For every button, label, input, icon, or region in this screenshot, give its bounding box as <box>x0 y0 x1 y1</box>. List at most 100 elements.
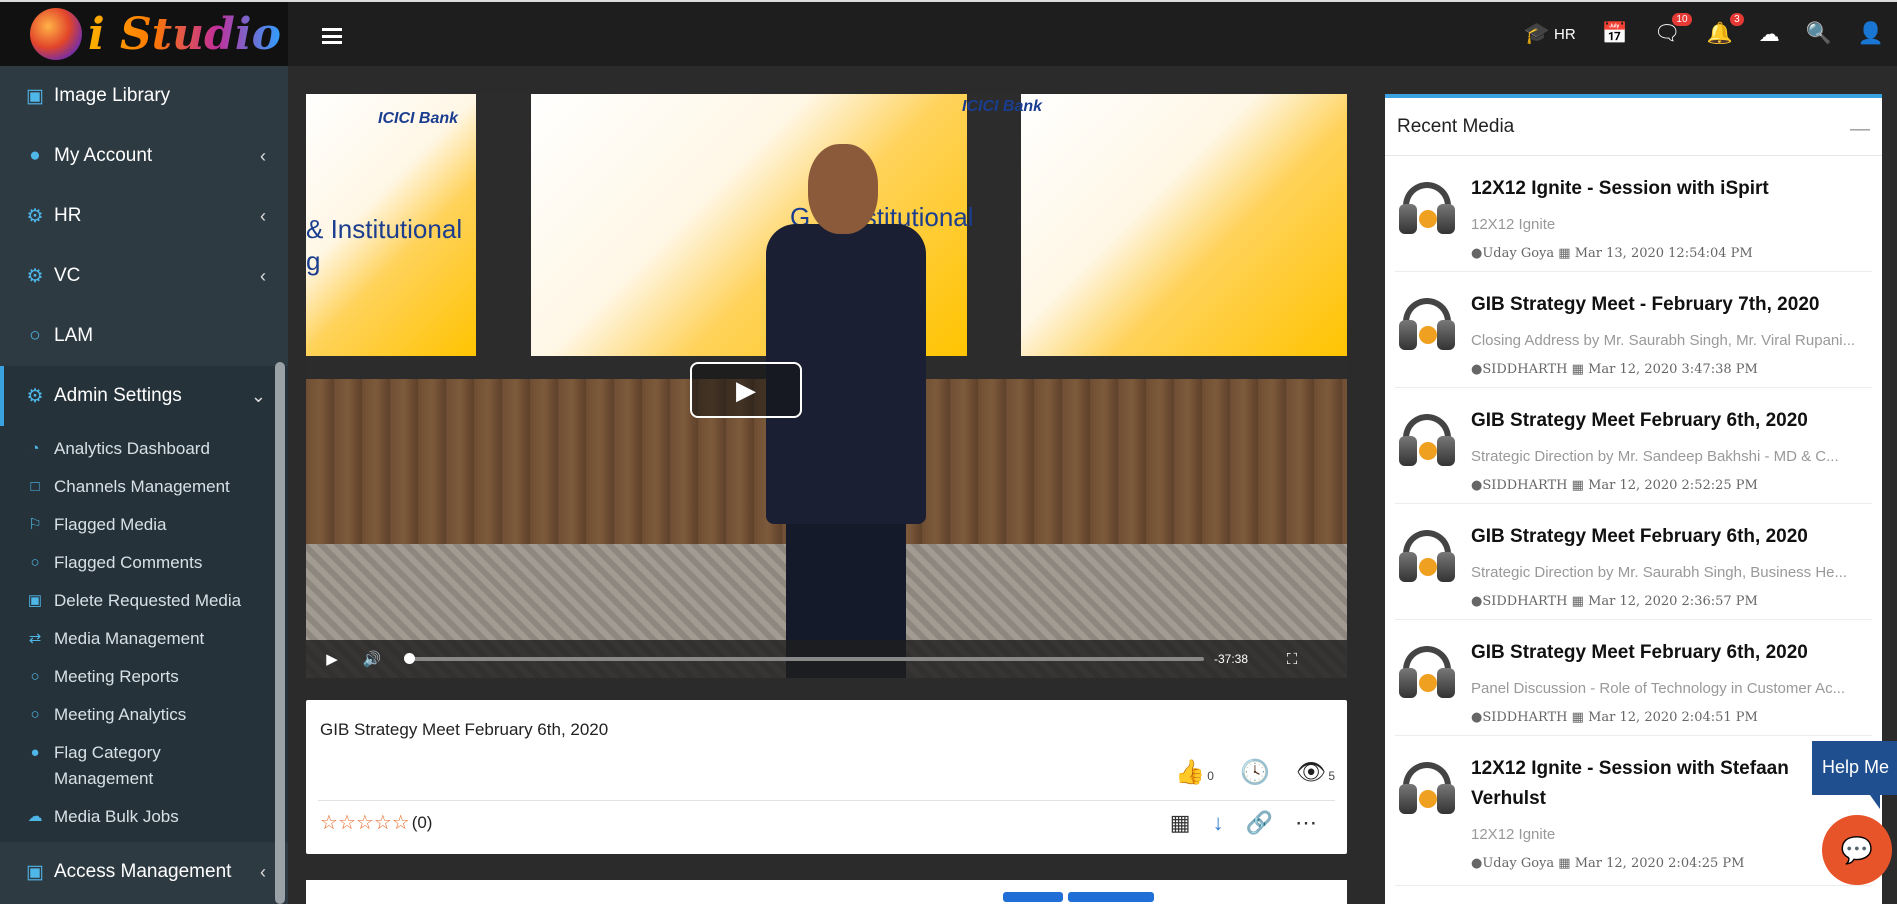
user-icon: ● <box>1471 856 1483 871</box>
recent-media-title-text[interactable]: GIB Strategy Meet February 6th, 2020 <box>1471 406 1871 436</box>
star-icon[interactable]: ☆ <box>320 810 338 835</box>
user-icon: ● <box>1471 594 1483 609</box>
submenu-media-bulk-jobs[interactable]: ☁ Media Bulk Jobs <box>0 798 288 836</box>
more-options-icon[interactable]: ⋯ <box>1295 810 1317 836</box>
comments-card <box>306 880 1347 904</box>
messages-button[interactable]: 🗨 10 <box>1641 13 1694 46</box>
sidebar-item-vc[interactable]: ⚙ VC ‹ <box>0 246 288 306</box>
link-icon[interactable]: 🔗 <box>1246 810 1273 836</box>
collapse-icon[interactable]: — <box>1850 118 1870 141</box>
user-menu-button[interactable]: 👤 <box>1845 22 1897 46</box>
calendar-button[interactable]: 📅 <box>1589 22 1641 46</box>
recent-media-title-text[interactable]: GIB Strategy Meet February 6th, 2020 <box>1471 638 1871 668</box>
sidebar-item-access-management[interactable]: ▣ Access Management ‹ <box>0 842 288 902</box>
notifications-badge: 3 <box>1730 13 1744 26</box>
sidebar-item-label: Access Management <box>54 861 232 882</box>
circle-icon: ○ <box>30 706 40 723</box>
video-progress-bar[interactable] <box>404 653 1204 664</box>
chevron-left-icon: ‹ <box>260 205 266 226</box>
video-bank-logo-left: ICICI Bank <box>378 110 459 127</box>
card-button[interactable] <box>1068 892 1154 902</box>
fullscreen-icon[interactable]: ⛶ <box>1272 651 1312 668</box>
sidebar-scrollbar[interactable] <box>275 362 285 904</box>
time-remaining: -37:38 <box>1214 652 1249 666</box>
recent-media-item[interactable]: 12X12 Ignite - Session with Stefaan Verh… <box>1395 736 1872 886</box>
volume-icon[interactable]: 🔊 <box>352 650 392 668</box>
recent-media-item[interactable]: 12X12 Ignite - Session with iSpirt 12X12… <box>1395 156 1872 272</box>
sidebar-item-my-account[interactable]: ● My Account ‹ <box>0 126 288 186</box>
video-player[interactable]: ICICI Bank ICICI Bank & Institutional g … <box>306 94 1347 678</box>
gears-icon: ⚙ <box>26 265 44 287</box>
hr-menu[interactable]: 🎓 HR <box>1511 22 1589 46</box>
recent-media-item[interactable]: GIB Strategy Meet February 6th, 2020 Pan… <box>1395 620 1872 736</box>
progress-knob[interactable] <box>404 653 415 664</box>
info-divider <box>318 800 1335 801</box>
cloud-upload-icon: ☁ <box>27 808 43 825</box>
chat-button[interactable]: 💬 <box>1822 815 1892 885</box>
recent-media-title-text[interactable]: 12X12 Ignite - Session with iSpirt <box>1471 174 1871 204</box>
submenu-label: Flagged Comments <box>54 553 203 572</box>
submenu-flagged-media[interactable]: ⚐ Flagged Media <box>0 506 288 544</box>
chevron-left-icon: ‹ <box>260 145 266 166</box>
submenu-flagged-comments[interactable]: ○ Flagged Comments <box>0 544 288 582</box>
sidebar-item-admin-settings[interactable]: ⚙ Admin Settings ⌄ <box>0 366 288 426</box>
users-icon: ● <box>30 744 40 761</box>
sidebar-item-label: VC <box>54 265 81 286</box>
card-button[interactable] <box>1003 892 1063 902</box>
date: Mar 12, 2020 2:52:25 PM <box>1588 478 1758 493</box>
submenu-label: Channels Management <box>54 477 230 496</box>
submenu-label: Media Bulk Jobs <box>54 807 179 826</box>
big-play-button[interactable]: ▶ <box>690 362 802 418</box>
submenu-flag-category-management[interactable]: ● Flag Category Management <box>0 734 288 798</box>
calendar-icon: 📅 <box>1601 22 1628 45</box>
user-icon: ● <box>1471 246 1483 261</box>
recent-media-item[interactable]: GIB Strategy Meet February 6th, 2020 Str… <box>1395 388 1872 504</box>
video-slide-text-left-2: g <box>306 246 321 276</box>
recent-media-subtitle: Closing Address by Mr. Saurabh Singh, Mr… <box>1471 332 1856 349</box>
app-logo[interactable]: i Studio <box>0 2 288 66</box>
star-icon[interactable]: ☆ <box>392 810 410 835</box>
submenu-meeting-reports[interactable]: ○ Meeting Reports <box>0 658 288 696</box>
recent-media-meta: ●SIDDHARTH ▦ Mar 12, 2020 2:04:51 PM <box>1471 710 1758 725</box>
sidebar-item-label: LAM <box>54 325 94 346</box>
submenu-media-management[interactable]: ⇄ Media Management <box>0 620 288 658</box>
user-icon: ● <box>29 145 41 166</box>
sidebar-item-lam[interactable]: ○ LAM <box>0 306 288 366</box>
sidebar-item-hr[interactable]: ⚙ HR ‹ <box>0 186 288 246</box>
recent-media-item[interactable]: GIB Strategy Meet - February 7th, 2020 C… <box>1395 272 1872 388</box>
user-icon: ● <box>1471 362 1483 377</box>
recent-media-title-text[interactable]: 12X12 Ignite - Session with Stefaan Verh… <box>1471 754 1811 814</box>
image-icon: ▣ <box>26 85 44 107</box>
watch-later-button[interactable]: 🕓 <box>1240 758 1270 787</box>
submenu-meeting-analytics[interactable]: ○ Meeting Analytics <box>0 696 288 734</box>
chevron-left-icon: ‹ <box>260 265 266 286</box>
submenu-label: Media Management <box>54 629 205 648</box>
help-me-tab[interactable]: Help Me <box>1812 741 1897 809</box>
shuffle-icon: ⇄ <box>28 630 42 647</box>
star-icon[interactable]: ☆ <box>338 810 356 835</box>
thumbs-up-icon: 👍 <box>1175 759 1206 786</box>
like-button[interactable]: 👍 0 <box>1175 758 1214 787</box>
recent-media-item[interactable]: GIB Strategy Meet February 6th, 2020 Str… <box>1395 504 1872 620</box>
menu-toggle-icon[interactable] <box>322 28 342 44</box>
search-button[interactable]: 🔍 <box>1793 22 1845 46</box>
star-icon[interactable]: ☆ <box>356 810 374 835</box>
recent-media-meta: ●SIDDHARTH ▦ Mar 12, 2020 2:36:57 PM <box>1471 594 1758 609</box>
star-icon[interactable]: ☆ <box>374 810 392 835</box>
sidebar-item-image-library[interactable]: ▣ Image Library <box>0 66 288 126</box>
star-rating[interactable]: ☆ ☆ ☆ ☆ ☆ (0) <box>320 810 432 835</box>
qr-code-icon[interactable]: ▦ <box>1170 810 1191 836</box>
upload-button[interactable]: ☁ <box>1746 22 1793 47</box>
download-icon[interactable]: ↓ <box>1213 810 1224 836</box>
play-control-icon[interactable]: ▶ <box>312 650 352 668</box>
recent-media-title-text[interactable]: GIB Strategy Meet - February 7th, 2020 <box>1471 290 1871 320</box>
top-icons: 🎓 HR 📅 🗨 10 🔔 3 ☁ 🔍 👤 <box>1511 2 1897 66</box>
notifications-button[interactable]: 🔔 3 <box>1694 13 1746 46</box>
submenu-analytics-dashboard[interactable]: ◔ Analytics Dashboard <box>0 430 288 468</box>
recent-media-title-text[interactable]: GIB Strategy Meet February 6th, 2020 <box>1471 522 1871 552</box>
date: Mar 12, 2020 3:47:38 PM <box>1588 362 1758 377</box>
search-icon: 🔍 <box>1805 22 1832 45</box>
gears-icon: ⚙ <box>26 205 44 227</box>
submenu-delete-requested-media[interactable]: ▣ Delete Requested Media <box>0 582 288 620</box>
submenu-channels-management[interactable]: □ Channels Management <box>0 468 288 506</box>
